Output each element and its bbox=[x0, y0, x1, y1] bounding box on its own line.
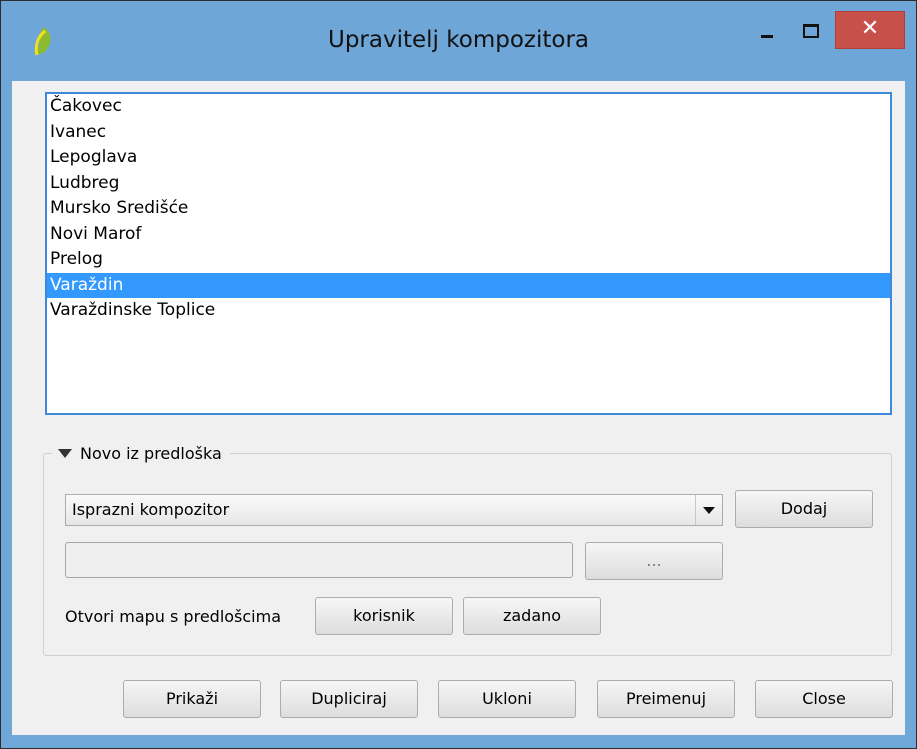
maximize-button[interactable] bbox=[792, 18, 828, 48]
template-select[interactable]: Isprazni kompozitor bbox=[65, 494, 723, 526]
rename-button[interactable]: Preimenuj bbox=[597, 680, 735, 718]
open-template-folder-label: Otvori mapu s predlošcima bbox=[65, 607, 282, 626]
list-item[interactable]: Čakovec bbox=[47, 94, 890, 120]
close-button[interactable]: Close bbox=[755, 680, 893, 718]
show-button[interactable]: Prikaži bbox=[123, 680, 261, 718]
browse-button[interactable]: ... bbox=[585, 542, 723, 580]
composer-list[interactable]: Čakovec Ivanec Lepoglava Ludbreg Mursko Sred… bbox=[45, 92, 892, 415]
template-path-field[interactable] bbox=[65, 542, 573, 578]
default-folder-button[interactable]: zadano bbox=[463, 597, 601, 635]
add-button[interactable]: Dodaj bbox=[735, 490, 873, 528]
template-group-title: Novo iz predloška bbox=[80, 444, 222, 463]
title-bar[interactable]: Upravitelj kompozitora ✕ bbox=[1, 1, 916, 81]
list-item[interactable]: Varaždin bbox=[47, 272, 890, 298]
minimize-button[interactable] bbox=[748, 18, 784, 48]
list-item[interactable]: Prelog bbox=[47, 247, 890, 273]
dialog-body: Čakovec Ivanec Lepoglava Ludbreg Mursko Sred… bbox=[12, 81, 905, 735]
duplicate-button[interactable]: Dupliciraj bbox=[280, 680, 418, 718]
composer-manager-window: Upravitelj kompozitora ✕ Čakovec Ivanec Le… bbox=[0, 0, 917, 749]
collapse-triangle-icon bbox=[58, 449, 72, 458]
template-select-value: Isprazni kompozitor bbox=[72, 500, 230, 519]
remove-button[interactable]: Ukloni bbox=[438, 680, 576, 718]
list-item[interactable]: Novi Marof bbox=[47, 222, 890, 248]
list-item[interactable]: Varaždinske Toplice bbox=[47, 298, 890, 324]
list-item[interactable]: Lepoglava bbox=[47, 145, 890, 171]
close-window-button[interactable]: ✕ bbox=[835, 11, 905, 49]
chevron-down-icon[interactable] bbox=[695, 495, 722, 525]
list-item[interactable]: Ivanec bbox=[47, 120, 890, 146]
template-group-header[interactable]: Novo iz predloška bbox=[52, 442, 230, 466]
list-item[interactable]: Mursko Središće bbox=[47, 196, 890, 222]
list-item[interactable]: Ludbreg bbox=[47, 171, 890, 197]
close-icon: ✕ bbox=[860, 16, 880, 41]
user-folder-button[interactable]: korisnik bbox=[315, 597, 453, 635]
